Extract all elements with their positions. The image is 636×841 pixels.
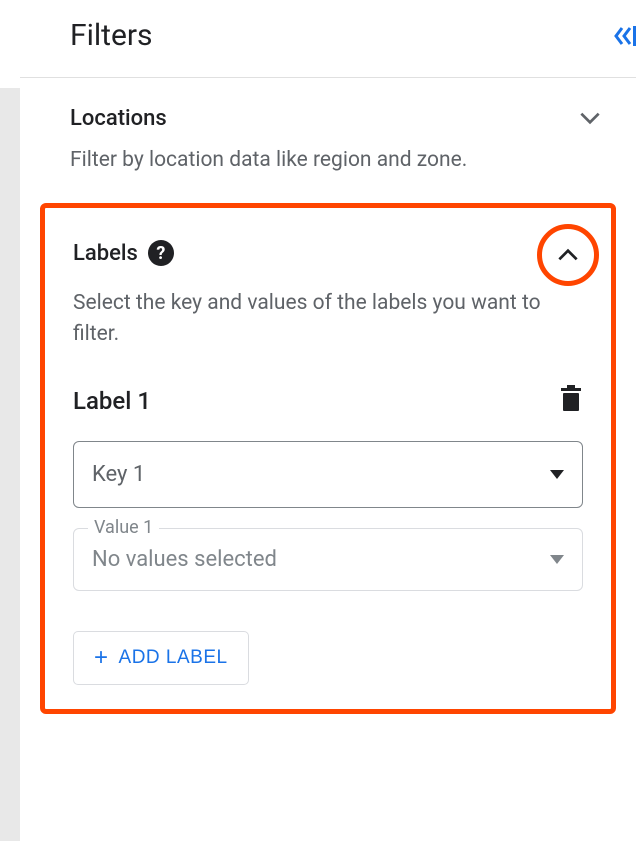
dropdown-arrow-icon bbox=[550, 550, 564, 569]
add-label-button[interactable]: + ADD LABEL bbox=[73, 631, 249, 685]
key-select-placeholder: Key 1 bbox=[92, 462, 145, 487]
labels-title-wrap: Labels ? bbox=[73, 240, 174, 266]
left-rail bbox=[0, 88, 20, 841]
chevron-down-icon[interactable] bbox=[576, 104, 604, 132]
labels-section-highlight: Labels ? Select the key and values of th… bbox=[40, 203, 616, 714]
labels-title: Labels bbox=[73, 241, 138, 266]
label-item-name: Label 1 bbox=[73, 387, 151, 415]
filters-content: Locations Filter by location data like r… bbox=[20, 78, 636, 734]
plus-icon: + bbox=[94, 646, 109, 670]
trash-icon[interactable] bbox=[559, 385, 583, 417]
locations-title: Locations bbox=[70, 106, 167, 131]
collapse-panel-icon[interactable] bbox=[614, 24, 636, 48]
filters-panel: Filters Locations Filter by location dat… bbox=[20, 0, 636, 841]
chevron-highlight-circle bbox=[537, 224, 599, 286]
dropdown-arrow-icon bbox=[550, 465, 564, 484]
locations-description: Filter by location data like region and … bbox=[70, 146, 604, 175]
filters-header: Filters bbox=[20, 0, 636, 78]
locations-header[interactable]: Locations bbox=[70, 104, 604, 132]
labels-header[interactable]: Labels ? bbox=[73, 240, 583, 266]
help-icon[interactable]: ? bbox=[148, 240, 174, 266]
label-item-header: Label 1 bbox=[73, 385, 583, 417]
chevron-up-icon[interactable] bbox=[554, 241, 582, 269]
value-select[interactable]: Value 1 No values selected bbox=[73, 528, 583, 591]
value-select-placeholder: No values selected bbox=[92, 547, 277, 572]
key-select[interactable]: Key 1 bbox=[73, 441, 583, 508]
value-select-content: No values selected bbox=[92, 541, 564, 572]
value-select-label: Value 1 bbox=[88, 517, 159, 538]
page-title: Filters bbox=[70, 18, 153, 53]
labels-description: Select the key and values of the labels … bbox=[73, 288, 583, 349]
add-label-text: ADD LABEL bbox=[119, 647, 228, 669]
locations-section: Locations Filter by location data like r… bbox=[70, 104, 604, 175]
